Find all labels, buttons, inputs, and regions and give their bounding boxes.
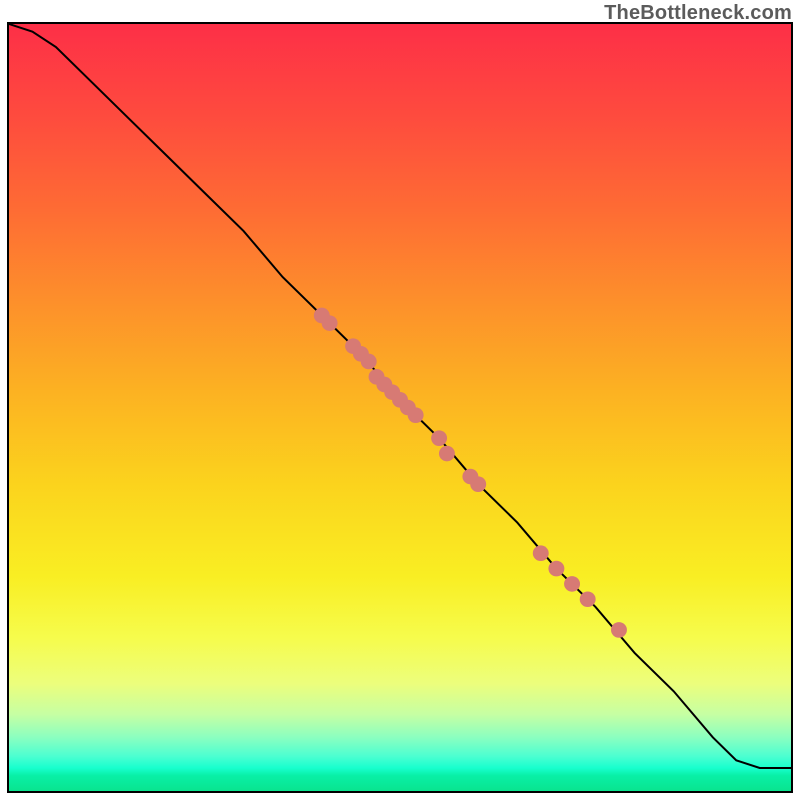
marker-dot — [361, 354, 377, 370]
marker-dot — [564, 576, 580, 592]
marker-dot — [431, 430, 447, 446]
marker-dot — [580, 591, 596, 607]
marker-dot — [470, 476, 486, 492]
chart-overlay — [9, 24, 791, 791]
marker-dot — [533, 545, 549, 561]
marker-dot — [548, 561, 564, 577]
marker-dot — [408, 407, 424, 423]
marker-dot — [322, 315, 338, 331]
marker-dots — [314, 308, 627, 638]
chart-stage: TheBottleneck.com — [0, 0, 800, 800]
chart-frame — [7, 22, 793, 793]
marker-dot — [439, 446, 455, 462]
marker-dot — [611, 622, 627, 638]
